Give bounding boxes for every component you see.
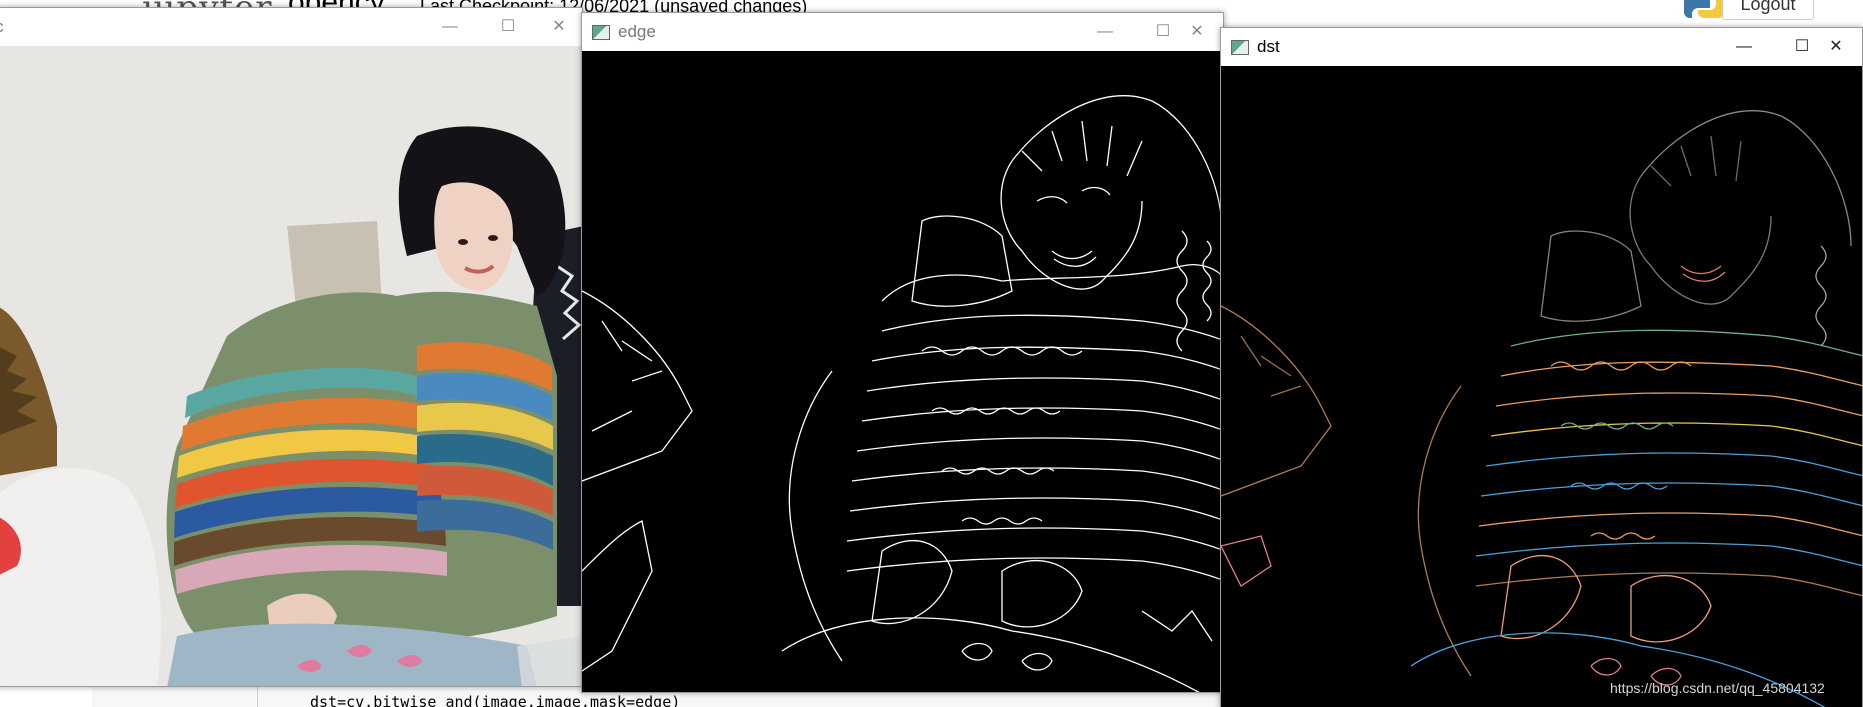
source-photo [0,46,582,686]
python-logo-icon [1684,0,1724,20]
opencv-window-icon [592,25,610,40]
maximize-icon[interactable]: ☐ [479,8,537,46]
logout-button[interactable]: Logout [1722,0,1814,20]
edge-image [582,51,1223,692]
window-source-image[interactable]: c — ☐ ✕ [0,7,583,687]
minimize-icon[interactable]: — [1715,28,1773,66]
watermark-text: https://blog.csdn.net/qq_45804132 [1610,680,1825,696]
minimize-icon[interactable]: — [421,8,479,46]
window-dst[interactable]: dst — ☐ ✕ [1220,27,1863,707]
minimize-icon[interactable]: — [1076,13,1134,51]
close-icon[interactable]: ✕ [1168,13,1223,51]
code-line: dst=cv.bitwise_and(image,image,mask=edge… [310,693,681,707]
window-title: edge [618,22,656,41]
titlebar-edge[interactable]: edge — ☐ ✕ [582,13,1223,51]
window-title: c [0,17,4,37]
titlebar-source[interactable]: c — ☐ ✕ [0,8,582,46]
close-icon[interactable]: ✕ [530,8,582,46]
titlebar-dst[interactable]: dst — ☐ ✕ [1221,28,1862,66]
close-icon[interactable]: ✕ [1807,28,1862,66]
dst-image [1221,66,1862,707]
window-edge[interactable]: edge — ☐ ✕ [581,12,1224,693]
desktop: jupyter opency Last Checkpoint: 12/06/20… [0,0,1863,707]
opencv-window-icon [1231,40,1249,55]
window-title: dst [1257,37,1280,56]
